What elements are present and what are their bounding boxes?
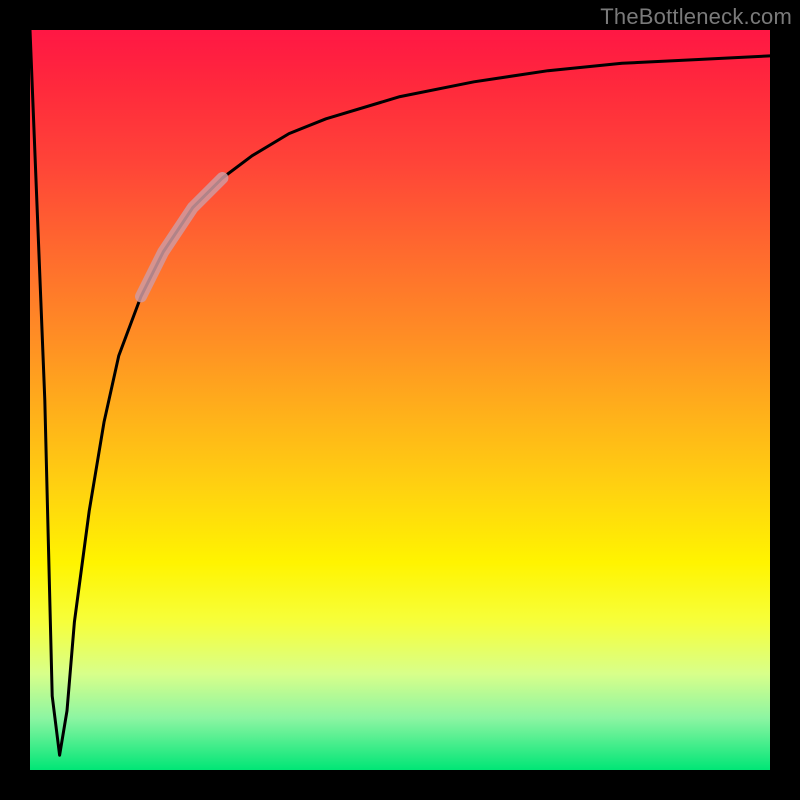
curve-layer xyxy=(30,30,770,770)
plot-area xyxy=(30,30,770,770)
highlight-segment xyxy=(141,178,222,296)
bottleneck-curve xyxy=(30,30,770,755)
watermark-text: TheBottleneck.com xyxy=(600,4,792,30)
chart-frame: TheBottleneck.com xyxy=(0,0,800,800)
